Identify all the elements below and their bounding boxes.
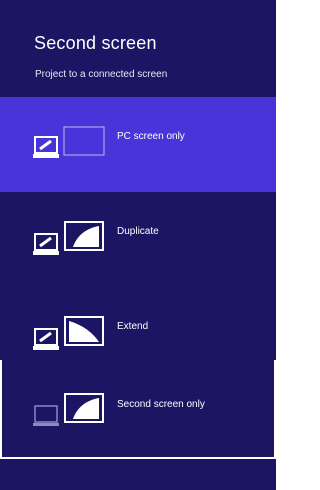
duplicate-icon bbox=[33, 221, 104, 255]
option-pc-screen-only[interactable]: PC screen only bbox=[0, 97, 276, 192]
option-duplicate[interactable]: Duplicate bbox=[0, 192, 276, 287]
focus-border-bottom bbox=[0, 457, 276, 459]
extend-icon bbox=[33, 316, 104, 350]
second-screen-only-icon bbox=[33, 393, 104, 426]
panel-subtitle: Project to a connected screen bbox=[35, 69, 168, 80]
focus-border-right bbox=[274, 360, 276, 459]
second-screen-panel: Second screen Project to a connected scr… bbox=[0, 0, 276, 490]
option-second-screen-only[interactable]: Second screen only bbox=[0, 362, 276, 457]
option-label: PC screen only bbox=[117, 131, 185, 142]
pc-screen-only-icon bbox=[33, 126, 105, 158]
option-label: Extend bbox=[117, 321, 149, 332]
option-label: Duplicate bbox=[117, 226, 159, 237]
panel-title: Second screen bbox=[34, 33, 157, 53]
option-label: Second screen only bbox=[117, 399, 205, 410]
focus-border-left bbox=[0, 360, 2, 459]
